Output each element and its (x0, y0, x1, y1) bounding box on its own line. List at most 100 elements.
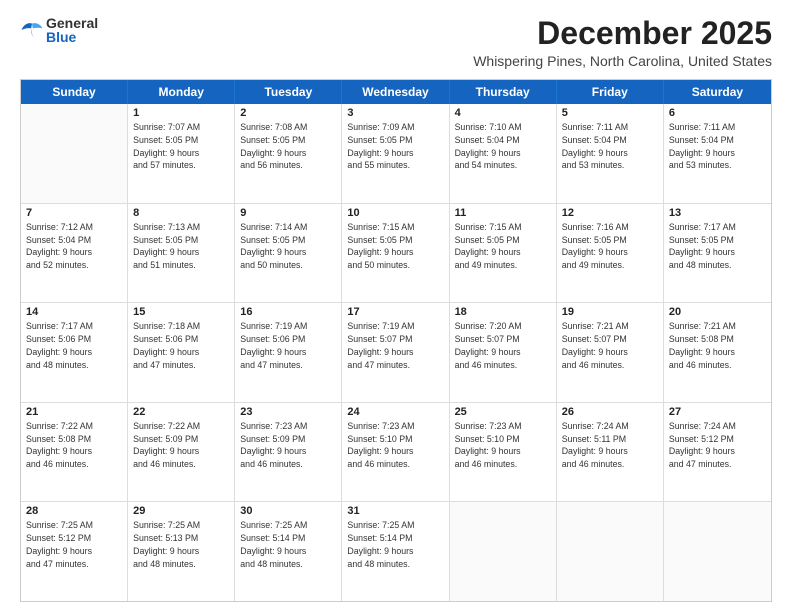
calendar-cell: 10Sunrise: 7:15 AM Sunset: 5:05 PM Dayli… (342, 204, 449, 303)
calendar-cell: 12Sunrise: 7:16 AM Sunset: 5:05 PM Dayli… (557, 204, 664, 303)
calendar-cell: 30 Sunrise: 7:25 AM Sunset: 5:14 PM Dayli… (235, 502, 342, 601)
header: General Blue December 2025 Whispering Pi… (20, 16, 772, 69)
logo-name: General Blue (46, 16, 98, 44)
day-number: 24 (347, 406, 443, 418)
cell-info: Sunrise: 7:25 AM Sunset: 5:14 PM Dayligh… (240, 519, 336, 570)
calendar-cell (450, 502, 557, 601)
day-number: 16 (240, 306, 336, 318)
calendar-day-header: Tuesday (235, 80, 342, 104)
calendar-cell (21, 104, 128, 203)
calendar-day-header: Wednesday (342, 80, 449, 104)
day-number: 28 (26, 505, 122, 517)
cell-info: Sunrise: 7:18 AM Sunset: 5:06 PM Dayligh… (133, 320, 229, 371)
day-number: 23 (240, 406, 336, 418)
cell-info: Sunrise: 7:23 AM Sunset: 5:09 PM Dayligh… (240, 420, 336, 471)
cell-info: Sunrise: 7:25 AM Sunset: 5:14 PM Dayligh… (347, 519, 443, 570)
cell-info: Sunrise: 7:22 AM Sunset: 5:09 PM Dayligh… (133, 420, 229, 471)
calendar-cell: 2 Sunrise: 7:08 AM Sunset: 5:05 PM Daylig… (235, 104, 342, 203)
calendar-day-header: Thursday (450, 80, 557, 104)
calendar-week-row: 1 Sunrise: 7:07 AM Sunset: 5:05 PM Daylig… (21, 104, 771, 204)
day-number: 31 (347, 505, 443, 517)
day-number: 29 (133, 505, 229, 517)
calendar-day-header: Saturday (664, 80, 771, 104)
day-number: 19 (562, 306, 658, 318)
calendar-cell: 18 Sunrise: 7:20 AM Sunset: 5:07 PM Dayli… (450, 303, 557, 402)
day-number: 8 (133, 207, 229, 219)
cell-info: Sunrise: 7:14 AM Sunset: 5:05 PM Dayligh… (240, 221, 336, 272)
logo-bird-icon (20, 20, 44, 40)
calendar-day-header: Friday (557, 80, 664, 104)
logo-blue-text: Blue (46, 30, 98, 44)
day-number: 25 (455, 406, 551, 418)
cell-info: Sunrise: 7:13 AM Sunset: 5:05 PM Dayligh… (133, 221, 229, 272)
day-number: 18 (455, 306, 551, 318)
cell-info: Sunrise: 7:09 AM Sunset: 5:05 PM Dayligh… (347, 121, 443, 172)
cell-info: Sunrise: 7:15 AM Sunset: 5:05 PM Dayligh… (455, 221, 551, 272)
day-number: 13 (669, 207, 766, 219)
calendar-cell: 11 Sunrise: 7:15 AM Sunset: 5:05 PM Dayli… (450, 204, 557, 303)
day-number: 17 (347, 306, 443, 318)
calendar-cell: 29 Sunrise: 7:25 AM Sunset: 5:13 PM Dayli… (128, 502, 235, 601)
cell-info: Sunrise: 7:07 AM Sunset: 5:05 PM Dayligh… (133, 121, 229, 172)
calendar: SundayMondayTuesdayWednesdayThursdayFrid… (20, 79, 772, 602)
calendar-cell: 22Sunrise: 7:22 AM Sunset: 5:09 PM Dayli… (128, 403, 235, 502)
cell-info: Sunrise: 7:20 AM Sunset: 5:07 PM Dayligh… (455, 320, 551, 371)
cell-info: Sunrise: 7:19 AM Sunset: 5:07 PM Dayligh… (347, 320, 443, 371)
day-number: 5 (562, 107, 658, 119)
cell-info: Sunrise: 7:17 AM Sunset: 5:06 PM Dayligh… (26, 320, 122, 371)
cell-info: Sunrise: 7:24 AM Sunset: 5:12 PM Dayligh… (669, 420, 766, 471)
month-title: December 2025 (473, 16, 772, 51)
day-number: 4 (455, 107, 551, 119)
calendar-cell: 28 Sunrise: 7:25 AM Sunset: 5:12 PM Dayli… (21, 502, 128, 601)
calendar-day-header: Sunday (21, 80, 128, 104)
day-number: 1 (133, 107, 229, 119)
day-number: 10 (347, 207, 443, 219)
calendar-cell: 26Sunrise: 7:24 AM Sunset: 5:11 PM Dayli… (557, 403, 664, 502)
cell-info: Sunrise: 7:21 AM Sunset: 5:07 PM Dayligh… (562, 320, 658, 371)
cell-info: Sunrise: 7:19 AM Sunset: 5:06 PM Dayligh… (240, 320, 336, 371)
cell-info: Sunrise: 7:08 AM Sunset: 5:05 PM Dayligh… (240, 121, 336, 172)
calendar-week-row: 21Sunrise: 7:22 AM Sunset: 5:08 PM Dayli… (21, 403, 771, 503)
day-number: 20 (669, 306, 766, 318)
location: Whispering Pines, North Carolina, United… (473, 53, 772, 69)
calendar-header: SundayMondayTuesdayWednesdayThursdayFrid… (21, 80, 771, 104)
calendar-week-row: 14Sunrise: 7:17 AM Sunset: 5:06 PM Dayli… (21, 303, 771, 403)
calendar-cell (664, 502, 771, 601)
day-number: 12 (562, 207, 658, 219)
calendar-cell: 1 Sunrise: 7:07 AM Sunset: 5:05 PM Daylig… (128, 104, 235, 203)
calendar-cell: 5 Sunrise: 7:11 AM Sunset: 5:04 PM Daylig… (557, 104, 664, 203)
day-number: 21 (26, 406, 122, 418)
cell-info: Sunrise: 7:12 AM Sunset: 5:04 PM Dayligh… (26, 221, 122, 272)
cell-info: Sunrise: 7:25 AM Sunset: 5:12 PM Dayligh… (26, 519, 122, 570)
cell-info: Sunrise: 7:17 AM Sunset: 5:05 PM Dayligh… (669, 221, 766, 272)
calendar-cell: 8 Sunrise: 7:13 AM Sunset: 5:05 PM Daylig… (128, 204, 235, 303)
calendar-cell: 15 Sunrise: 7:18 AM Sunset: 5:06 PM Dayli… (128, 303, 235, 402)
page: General Blue December 2025 Whispering Pi… (0, 0, 792, 612)
calendar-cell: 23 Sunrise: 7:23 AM Sunset: 5:09 PM Dayli… (235, 403, 342, 502)
day-number: 7 (26, 207, 122, 219)
day-number: 11 (455, 207, 551, 219)
day-number: 2 (240, 107, 336, 119)
calendar-cell: 16 Sunrise: 7:19 AM Sunset: 5:06 PM Dayli… (235, 303, 342, 402)
calendar-cell: 19 Sunrise: 7:21 AM Sunset: 5:07 PM Dayli… (557, 303, 664, 402)
cell-info: Sunrise: 7:10 AM Sunset: 5:04 PM Dayligh… (455, 121, 551, 172)
cell-info: Sunrise: 7:23 AM Sunset: 5:10 PM Dayligh… (347, 420, 443, 471)
day-number: 30 (240, 505, 336, 517)
cell-info: Sunrise: 7:21 AM Sunset: 5:08 PM Dayligh… (669, 320, 766, 371)
calendar-week-row: 7 Sunrise: 7:12 AM Sunset: 5:04 PM Daylig… (21, 204, 771, 304)
cell-info: Sunrise: 7:11 AM Sunset: 5:04 PM Dayligh… (562, 121, 658, 172)
calendar-cell: 25 Sunrise: 7:23 AM Sunset: 5:10 PM Dayli… (450, 403, 557, 502)
cell-info: Sunrise: 7:25 AM Sunset: 5:13 PM Dayligh… (133, 519, 229, 570)
calendar-cell: 3 Sunrise: 7:09 AM Sunset: 5:05 PM Daylig… (342, 104, 449, 203)
calendar-day-header: Monday (128, 80, 235, 104)
calendar-cell: 7 Sunrise: 7:12 AM Sunset: 5:04 PM Daylig… (21, 204, 128, 303)
day-number: 6 (669, 107, 766, 119)
cell-info: Sunrise: 7:23 AM Sunset: 5:10 PM Dayligh… (455, 420, 551, 471)
calendar-cell: 14Sunrise: 7:17 AM Sunset: 5:06 PM Dayli… (21, 303, 128, 402)
calendar-body: 1 Sunrise: 7:07 AM Sunset: 5:05 PM Daylig… (21, 104, 771, 601)
day-number: 3 (347, 107, 443, 119)
day-number: 27 (669, 406, 766, 418)
calendar-week-row: 28 Sunrise: 7:25 AM Sunset: 5:12 PM Dayli… (21, 502, 771, 601)
day-number: 15 (133, 306, 229, 318)
cell-info: Sunrise: 7:24 AM Sunset: 5:11 PM Dayligh… (562, 420, 658, 471)
